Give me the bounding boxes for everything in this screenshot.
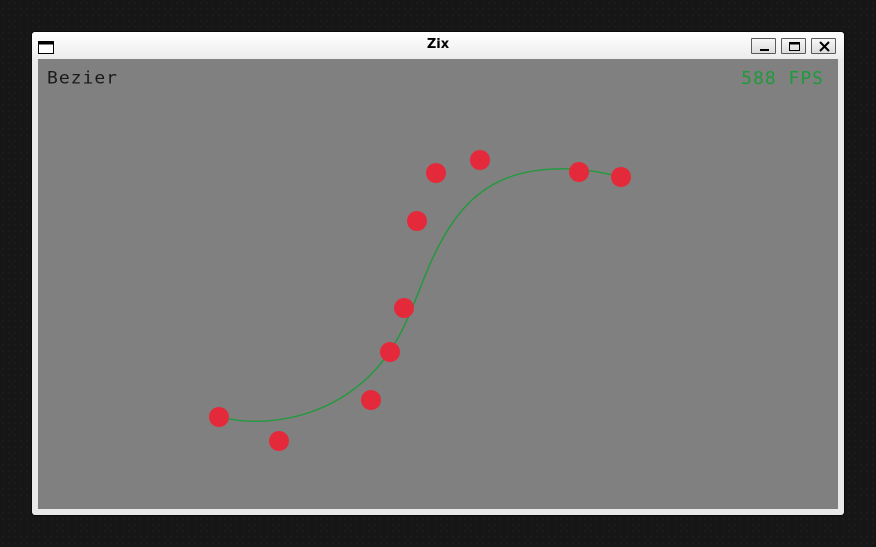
control-points bbox=[209, 150, 631, 451]
control-point[interactable] bbox=[209, 407, 229, 427]
fps-counter: 588 FPS bbox=[741, 68, 824, 89]
control-point[interactable] bbox=[611, 167, 631, 187]
render-canvas[interactable]: Bezier 588 FPS bbox=[38, 59, 838, 509]
maximize-button[interactable] bbox=[781, 38, 806, 54]
scene-title: Bezier bbox=[47, 68, 119, 89]
window-title: Zix bbox=[426, 37, 450, 52]
control-point[interactable] bbox=[470, 150, 490, 170]
bezier-curve bbox=[218, 168, 622, 422]
control-point[interactable] bbox=[269, 431, 289, 451]
close-button[interactable] bbox=[811, 38, 836, 54]
control-point[interactable] bbox=[394, 298, 414, 318]
bezier-scene bbox=[209, 150, 631, 451]
control-point[interactable] bbox=[380, 342, 400, 362]
title-bar[interactable]: Zix bbox=[32, 32, 844, 59]
control-point[interactable] bbox=[407, 211, 427, 231]
app-window: Zix Bezier 588 FPS bbox=[32, 32, 844, 515]
control-point[interactable] bbox=[426, 163, 446, 183]
control-point[interactable] bbox=[569, 162, 589, 182]
desktop-background: Zix Bezier 588 FPS bbox=[0, 0, 876, 547]
control-point[interactable] bbox=[361, 390, 381, 410]
minimize-button[interactable] bbox=[751, 38, 776, 54]
